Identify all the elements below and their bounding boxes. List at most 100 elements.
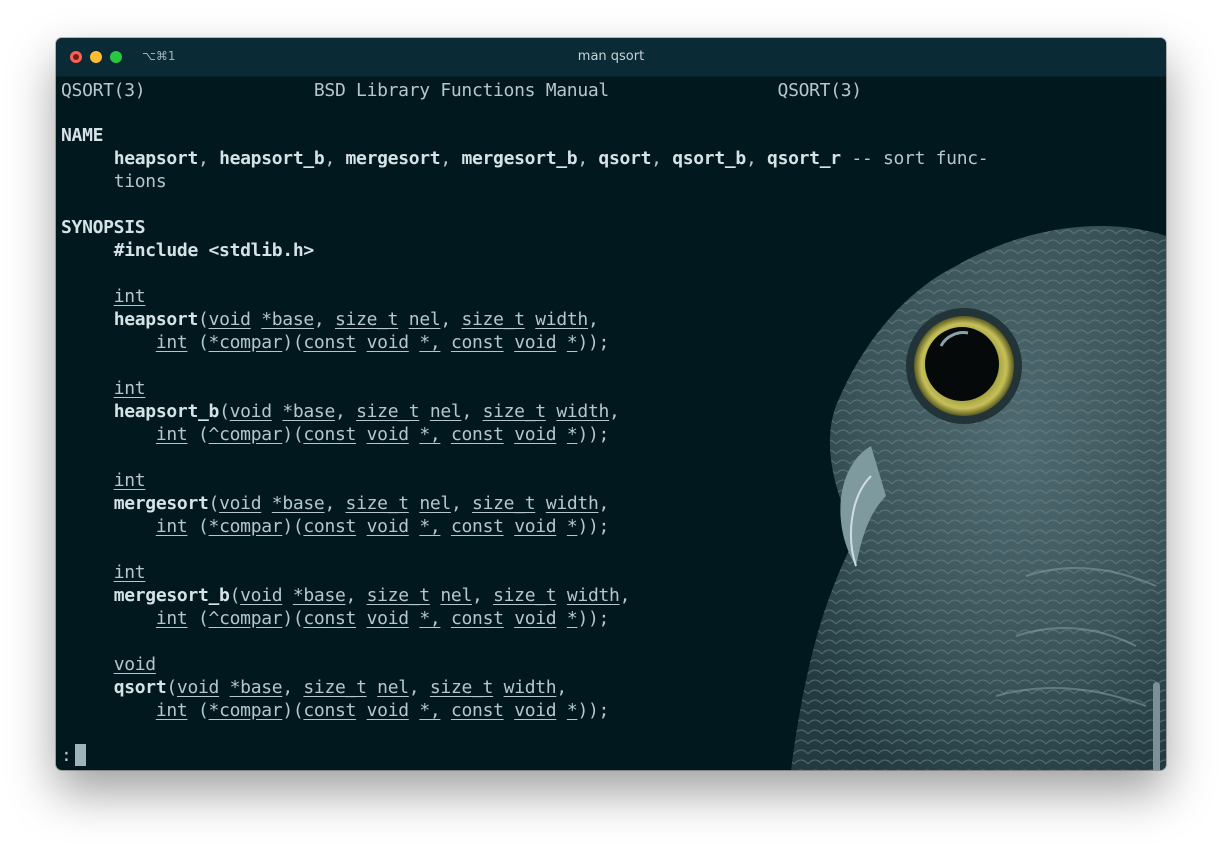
param-type: size_t <box>345 493 410 514</box>
param-type: void <box>514 424 557 445</box>
param-type: const <box>303 608 357 629</box>
name-description: -- sort func- <box>851 148 989 169</box>
prototype-compar-line: int (^compar)(const void *, const void *… <box>155 424 610 445</box>
param-type: void <box>514 332 557 353</box>
param-name: *compar <box>208 332 283 353</box>
pager-prompt[interactable]: : <box>61 744 86 767</box>
param-name: width <box>535 309 588 330</box>
param-type: size_t <box>335 309 399 330</box>
func-name: heapsort_b <box>219 148 325 169</box>
name-section-heading: NAME <box>61 124 103 147</box>
param-type: const <box>303 700 357 721</box>
param-name: *compar <box>208 700 283 721</box>
param-name: *, <box>419 608 441 629</box>
param-name: width <box>503 677 557 698</box>
man-page-text: QSORT(3) BSD Library Functions Manual QS… <box>61 76 1166 770</box>
return-type: int <box>113 378 146 399</box>
return-type-line: void <box>61 653 156 676</box>
prototype-compar-line: int (*compar)(const void *, const void *… <box>155 332 610 353</box>
include-directive: #include <stdlib.h> <box>113 240 315 261</box>
param-type: void <box>366 424 409 445</box>
function-name: heapsort_b <box>113 401 220 422</box>
header-right: QSORT(3) <box>777 80 863 101</box>
return-type: int <box>113 470 146 491</box>
param-type: size_t <box>472 493 536 514</box>
return-type-line: int <box>61 469 146 492</box>
prototype-line: heapsort(void *base, size_t nel, size_t … <box>113 309 599 330</box>
return-type: int <box>113 562 146 583</box>
func-name: qsort <box>598 148 652 169</box>
func-name: heapsort <box>113 148 199 169</box>
param-type: void <box>176 677 220 698</box>
synopsis-section-heading: SYNOPSIS <box>61 216 146 239</box>
function-name: mergesort <box>113 493 209 514</box>
func-name: mergesort <box>345 148 441 169</box>
name-heading-text: NAME <box>61 125 104 146</box>
prototype-line: mergesort(void *base, size_t nel, size_t… <box>113 493 610 514</box>
return-type: void <box>113 654 156 675</box>
include-line: #include <stdlib.h> <box>61 239 315 262</box>
return-type-line: int <box>61 285 146 308</box>
param-type: void <box>366 332 409 353</box>
name-line-cont: tions <box>61 170 167 193</box>
param-type: size_t <box>366 585 431 606</box>
param-type: void <box>514 516 557 537</box>
man-header: QSORT(3) BSD Library Functions Manual QS… <box>61 79 862 102</box>
terminal-window: ⌥⌘1 man qsort QSORT(3) BSD Library Funct… <box>56 38 1166 770</box>
param-type: void <box>366 700 409 721</box>
param-type: void <box>229 401 272 422</box>
param-name: width <box>566 585 620 606</box>
text-cursor <box>74 744 86 766</box>
param-name: *base <box>271 493 325 514</box>
param-name: width <box>556 401 610 422</box>
param-name: *, <box>419 424 441 445</box>
return-type: int <box>113 286 146 307</box>
param-type: void <box>219 493 262 514</box>
prototype-line: mergesort_b(void *base, size_t nel, size… <box>113 585 631 606</box>
param-name: nel <box>377 677 409 698</box>
window-title: man qsort <box>577 49 645 64</box>
param-type: size_t <box>303 677 367 698</box>
terminal-content[interactable]: QSORT(3) BSD Library Functions Manual QS… <box>56 76 1166 770</box>
prompt-char: : <box>61 745 72 766</box>
function-name: qsort <box>113 677 167 698</box>
prototype-compar-line: int (*compar)(const void *, const void *… <box>155 516 610 537</box>
param-type: void <box>366 516 409 537</box>
param-type: size_t <box>356 401 420 422</box>
param-type: const <box>303 516 357 537</box>
param-name: nel <box>419 493 451 514</box>
prototype-compar-line: int (*compar)(const void *, const void *… <box>155 700 610 721</box>
param-name: *base <box>282 401 335 422</box>
param-name: nel <box>408 309 441 330</box>
prototype-compar-line: int (^compar)(const void *, const void *… <box>155 608 610 629</box>
header-center: BSD Library Functions Manual <box>313 80 609 101</box>
prototype-line: qsort(void *base, size_t nel, size_t wid… <box>113 677 568 698</box>
param-type: void <box>208 309 251 330</box>
param-name: nel <box>440 585 473 606</box>
param-type: size_t <box>493 585 557 606</box>
func-name: qsort_b <box>672 148 746 169</box>
func-name: mergesort_b <box>461 148 578 169</box>
param-name: nel <box>429 401 462 422</box>
param-type: const <box>450 516 504 537</box>
param-type: size_t <box>482 401 547 422</box>
param-type: const <box>450 332 504 353</box>
param-type: size_t <box>429 677 494 698</box>
synopsis-heading-text: SYNOPSIS <box>61 217 146 238</box>
param-type: const <box>450 700 504 721</box>
param-name: ^compar <box>208 424 283 445</box>
prototype-line: heapsort_b(void *base, size_t nel, size_… <box>113 401 620 422</box>
param-name: *, <box>419 516 441 537</box>
param-type: int <box>155 608 188 629</box>
param-type: const <box>303 332 357 353</box>
header-left: QSORT(3) <box>61 80 146 101</box>
param-type: const <box>450 424 504 445</box>
param-type: size_t <box>461 309 525 330</box>
param-type: int <box>155 424 188 445</box>
param-name: *base <box>292 585 346 606</box>
param-type: const <box>303 424 357 445</box>
function-name: mergesort_b <box>113 585 230 606</box>
return-type-line: int <box>61 561 146 584</box>
param-name: *, <box>419 700 441 721</box>
param-name: *compar <box>208 516 283 537</box>
